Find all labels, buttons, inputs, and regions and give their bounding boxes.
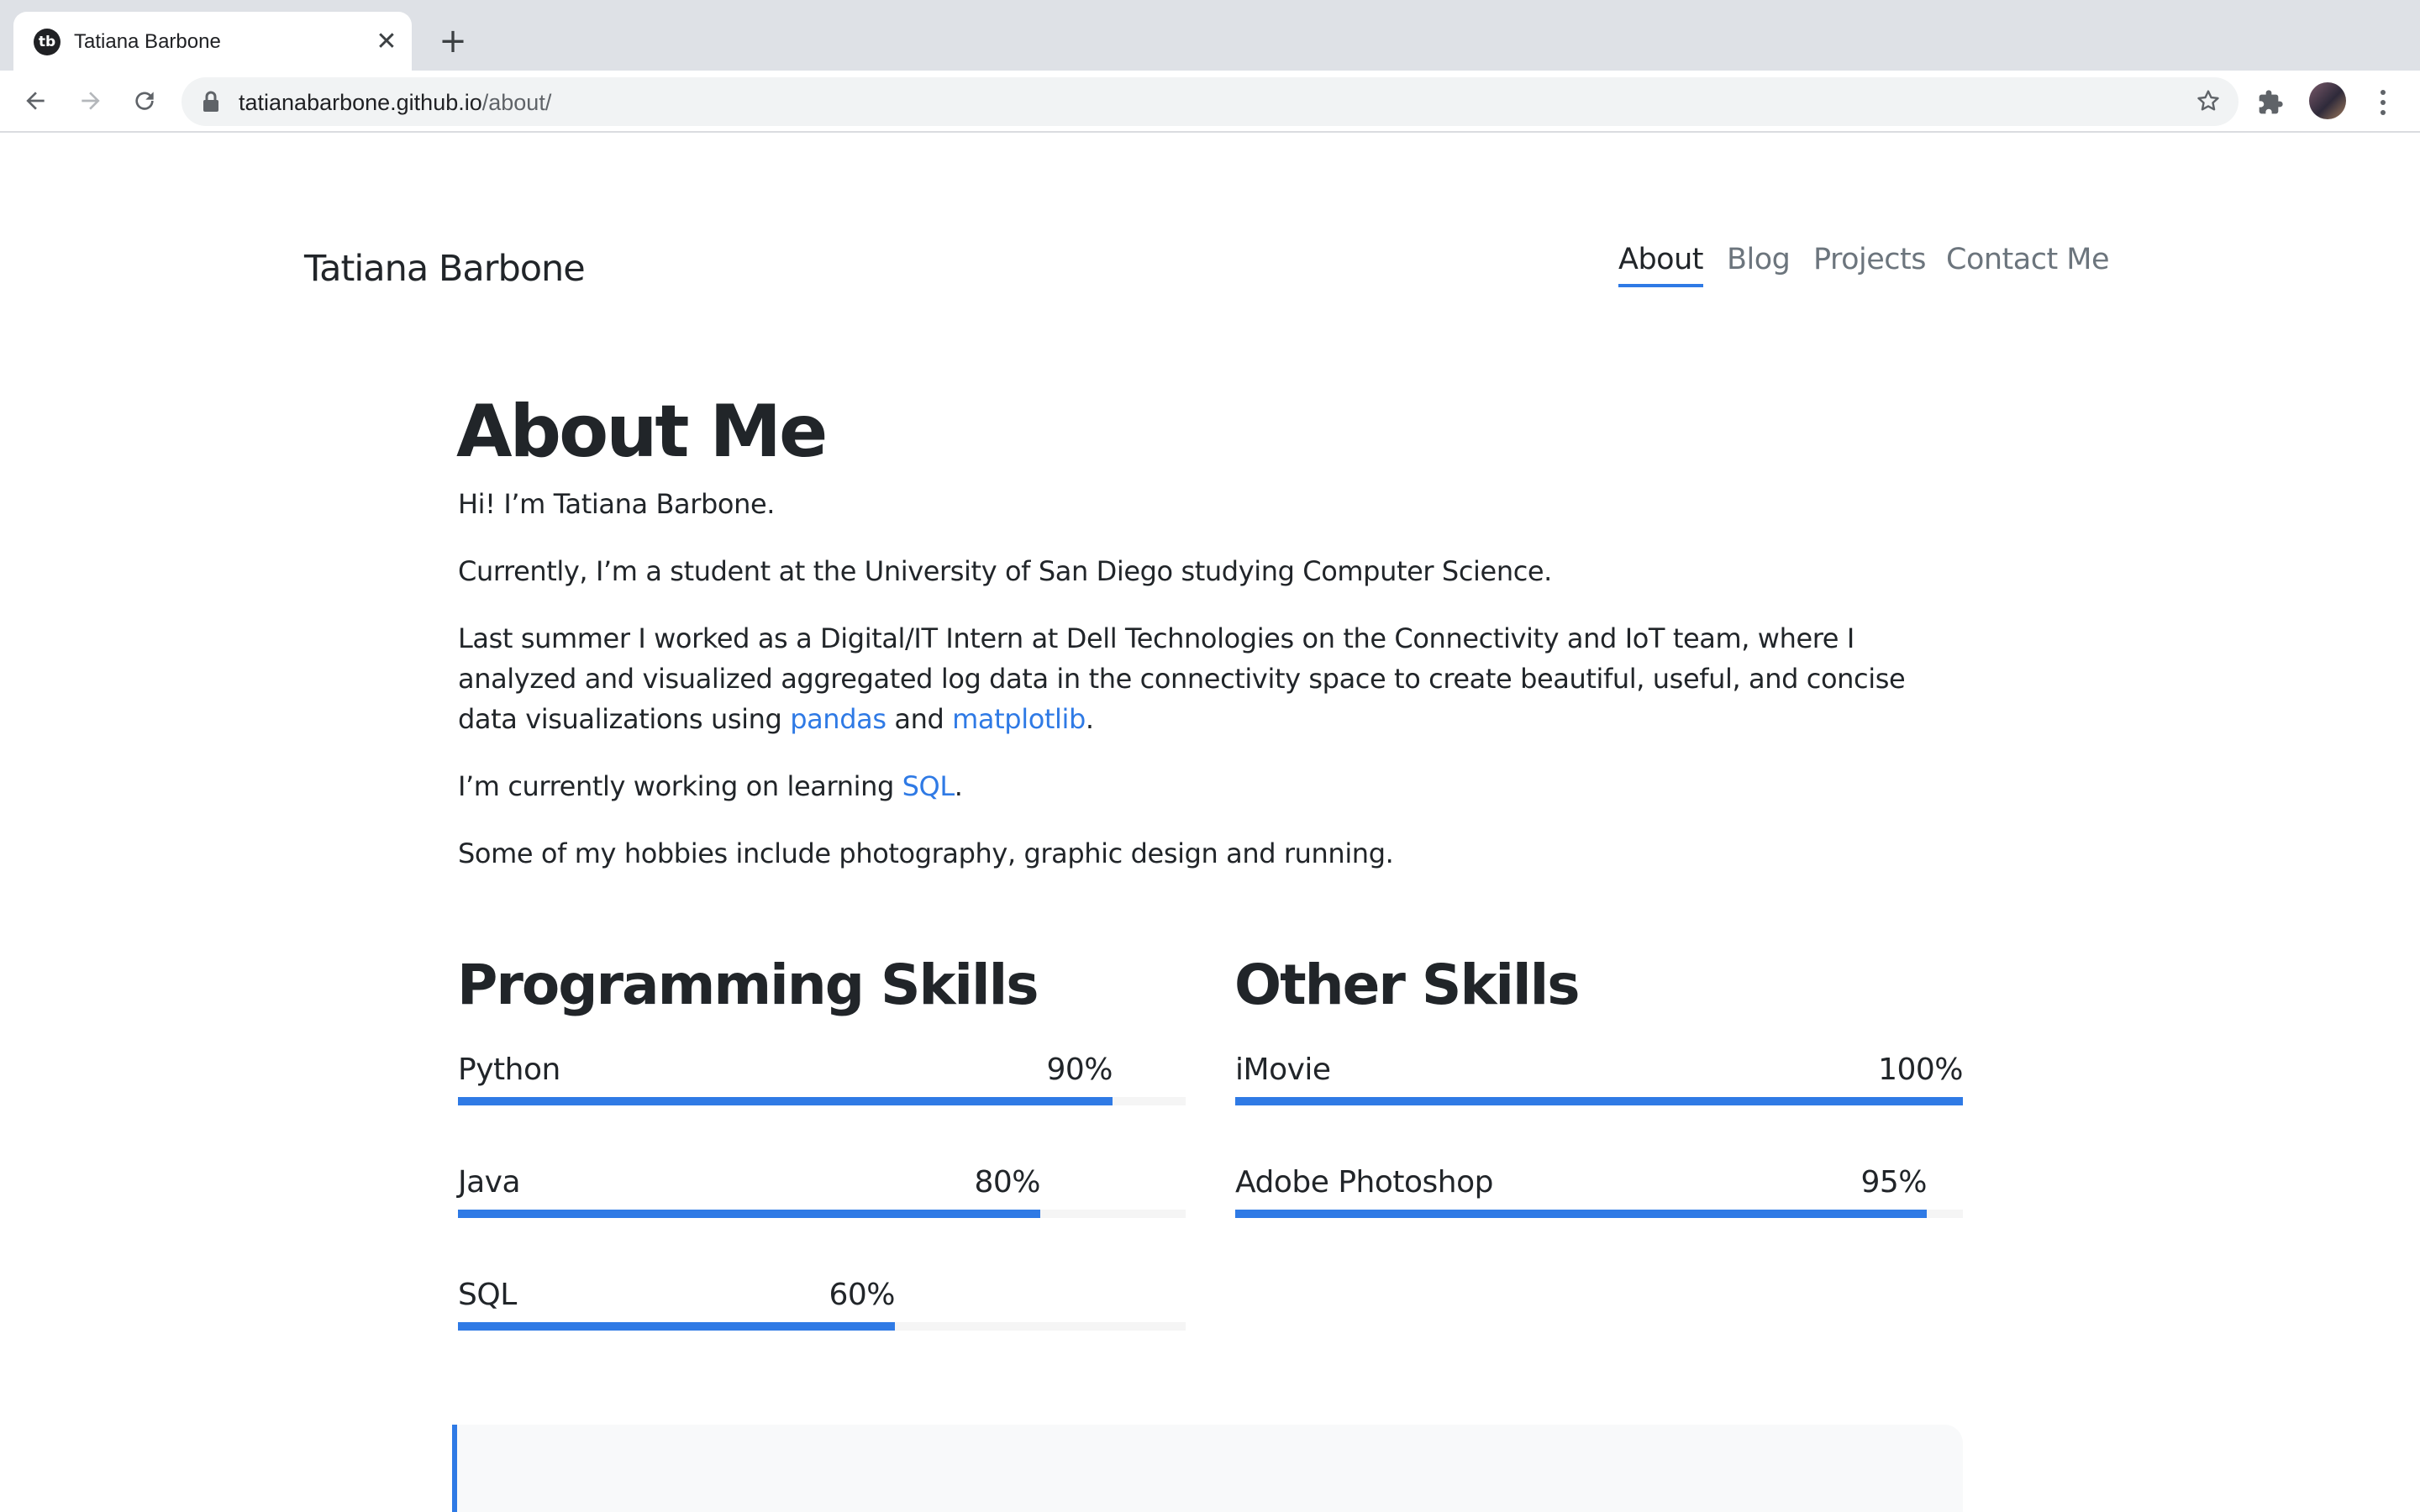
- skill-percent: 95%: [1860, 1165, 1927, 1200]
- skill-java: Java 80%: [458, 1163, 1186, 1221]
- skill-percent: 90%: [1046, 1053, 1113, 1087]
- new-tab-icon[interactable]: +: [435, 24, 471, 59]
- internship-period: .: [1085, 703, 1094, 735]
- callout-box: [452, 1425, 1963, 1512]
- skill-progress-track: [1235, 1210, 1963, 1218]
- url-text[interactable]: tatianabarbone.github.io/about/: [239, 89, 551, 116]
- sql-link[interactable]: SQL: [902, 770, 955, 802]
- learning-text: I’m currently working on learning: [458, 770, 902, 802]
- learning-paragraph: I’m currently working on learning SQL.: [458, 766, 1970, 806]
- browser-toolbar: tatianabarbone.github.io/about/: [0, 71, 2420, 133]
- extensions-puzzle-icon[interactable]: [2257, 89, 2284, 120]
- skill-progress-fill: [458, 1210, 1040, 1218]
- skill-progress-track: [458, 1097, 1186, 1105]
- back-arrow-icon[interactable]: [17, 82, 54, 119]
- close-tab-icon[interactable]: ✕: [371, 27, 402, 57]
- programming-skills-heading: Programming Skills: [457, 953, 1039, 1017]
- skill-progress-fill: [1235, 1210, 1927, 1218]
- browser-tab-strip: tb Tatiana Barbone ✕ +: [0, 0, 2420, 71]
- kebab-menu-icon[interactable]: [2368, 87, 2398, 118]
- url-path: /about/: [481, 90, 552, 115]
- intro-paragraph: Hi! I’m Tatiana Barbone.: [458, 488, 776, 520]
- lock-icon[interactable]: [202, 91, 220, 117]
- nav-about[interactable]: About: [1618, 239, 1703, 287]
- profile-avatar[interactable]: [2309, 82, 2346, 119]
- pandas-link[interactable]: pandas: [790, 703, 886, 735]
- site-favicon-icon: tb: [34, 29, 60, 55]
- skill-progress-fill: [458, 1097, 1113, 1105]
- browser-tab[interactable]: tb Tatiana Barbone ✕: [13, 12, 412, 71]
- url-host: tatianabarbone.github.io: [239, 90, 482, 115]
- skill-name: Python: [458, 1053, 560, 1087]
- nav-blog[interactable]: Blog: [1727, 239, 1791, 281]
- internship-paragraph: Last summer I worked as a Digital/IT Int…: [458, 618, 1962, 739]
- reload-icon[interactable]: [126, 82, 163, 119]
- hobbies-paragraph: Some of my hobbies include photography, …: [458, 837, 1394, 869]
- skill-percent: 100%: [1878, 1053, 1963, 1087]
- skill-progress-fill: [458, 1322, 895, 1331]
- matplotlib-link[interactable]: matplotlib: [952, 703, 1086, 735]
- bookmark-star-icon[interactable]: [2195, 87, 2222, 118]
- skill-name: Adobe Photoshop: [1235, 1165, 1493, 1200]
- skill-name: Java: [458, 1165, 521, 1200]
- address-bar[interactable]: tatianabarbone.github.io/about/: [182, 77, 2238, 126]
- skill-name: iMovie: [1235, 1053, 1331, 1087]
- nav-projects[interactable]: Projects: [1813, 239, 1926, 281]
- skill-percent: 60%: [829, 1278, 895, 1312]
- page-title: About Me: [456, 390, 828, 474]
- skill-progress-track: [458, 1322, 1186, 1331]
- other-skills-heading: Other Skills: [1234, 953, 1581, 1017]
- skill-python: Python 90%: [458, 1050, 1186, 1109]
- skill-progress-track: [458, 1210, 1186, 1218]
- skill-adobe-photoshop: Adobe Photoshop 95%: [1235, 1163, 1963, 1221]
- skill-name: SQL: [458, 1278, 517, 1312]
- skill-imovie: iMovie 100%: [1235, 1050, 1963, 1109]
- current-paragraph: Currently, I’m a student at the Universi…: [458, 555, 1552, 587]
- internship-text: Last summer I worked as a Digital/IT Int…: [458, 622, 1906, 735]
- tab-title: Tatiana Barbone: [74, 30, 221, 53]
- forward-arrow-icon[interactable]: [72, 82, 109, 119]
- skill-progress-fill: [1235, 1097, 1963, 1105]
- internship-and: and: [886, 703, 953, 735]
- site-title[interactable]: Tatiana Barbone: [304, 244, 586, 294]
- nav-contact-me[interactable]: Contact Me: [1946, 239, 2110, 281]
- learning-period: .: [954, 770, 963, 802]
- skill-percent: 80%: [974, 1165, 1040, 1200]
- skill-progress-track: [1235, 1097, 1963, 1105]
- skill-sql: SQL 60%: [458, 1275, 1186, 1334]
